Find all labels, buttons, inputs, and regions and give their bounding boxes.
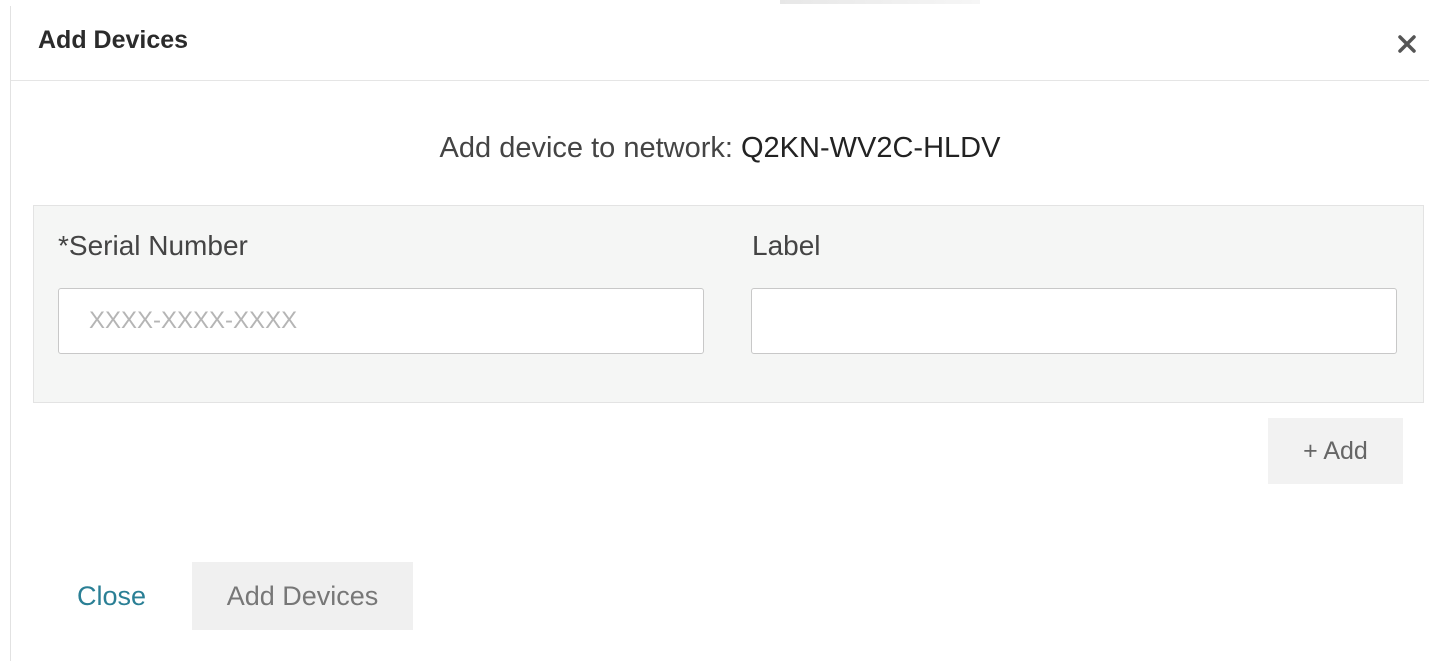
- close-icon-svg: [1398, 35, 1416, 53]
- device-label-input[interactable]: [751, 288, 1397, 354]
- add-row-button[interactable]: + Add: [1268, 418, 1403, 484]
- device-entry-panel: *Serial Number Label: [33, 205, 1424, 403]
- background-page-edge: [0, 0, 11, 661]
- serial-number-label: *Serial Number: [58, 230, 248, 261]
- background-shadow: [780, 0, 980, 4]
- modal-title: Add Devices: [38, 26, 189, 54]
- add-devices-button[interactable]: Add Devices: [192, 562, 413, 630]
- modal-header: Add Devices: [11, 6, 1429, 81]
- network-name: Q2KN-WV2C-HLDV: [741, 132, 1001, 164]
- serial-number-input[interactable]: [58, 288, 704, 354]
- add-devices-modal: Add Devices Add device to network: Q2KN-…: [11, 6, 1429, 661]
- close-icon[interactable]: [1395, 32, 1419, 56]
- close-link[interactable]: Close: [77, 581, 146, 612]
- network-heading-prefix: Add device to network:: [439, 132, 733, 164]
- device-label-label: Label: [752, 230, 821, 261]
- network-heading: Add device to network: Q2KN-WV2C-HLDV: [11, 132, 1429, 165]
